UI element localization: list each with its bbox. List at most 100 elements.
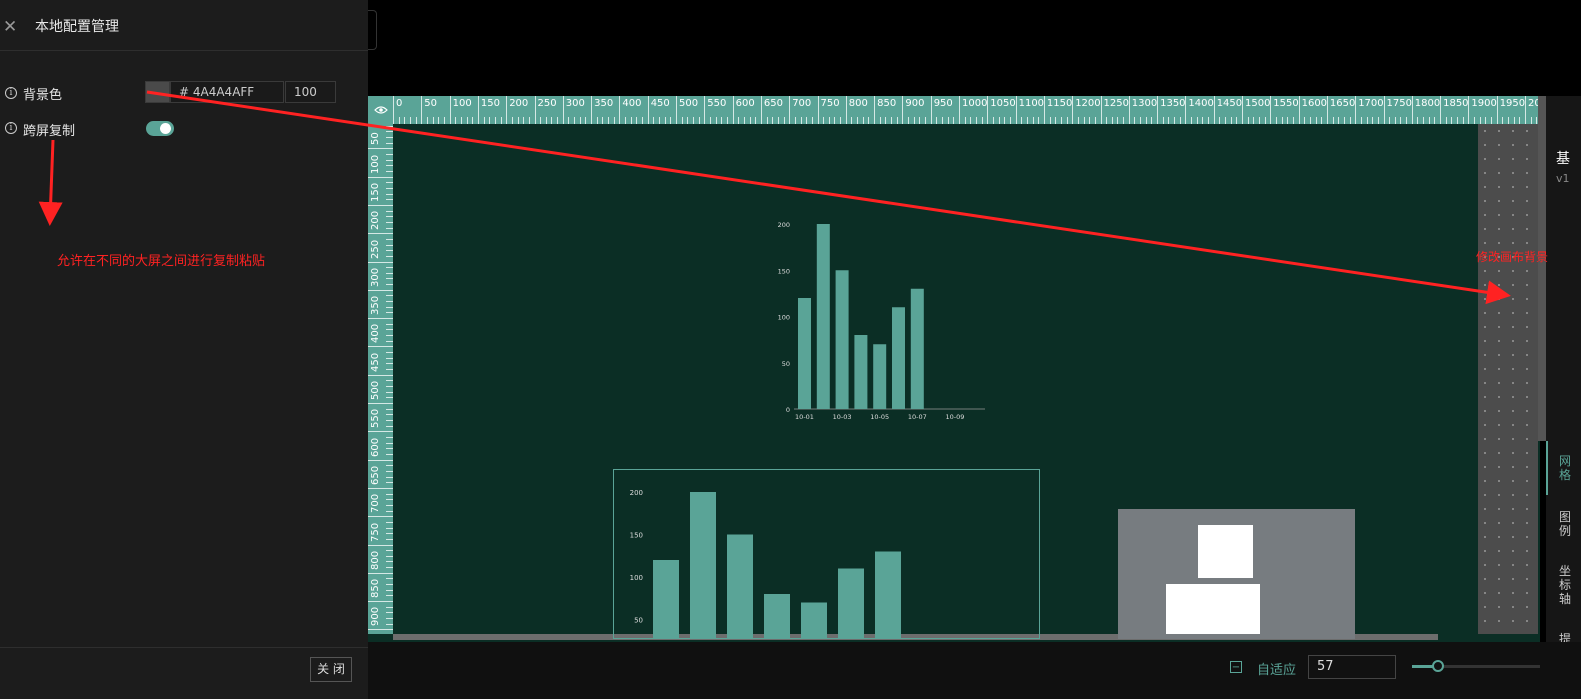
ruler-minor-tick: [386, 340, 393, 342]
close-icon[interactable]: ✕: [3, 17, 17, 37]
ruler-tick-label: 450: [650, 98, 670, 109]
ruler-tick-label: 200: [370, 211, 381, 231]
ruler-minor-tick: [386, 397, 393, 399]
bar: [873, 344, 887, 409]
ruler-tick: [477, 96, 479, 124]
ruler-minor-tick: [386, 453, 393, 455]
ruler-tick-label: 300: [565, 98, 585, 109]
ruler-minor-tick: [1060, 117, 1062, 124]
ruler-minor-tick: [500, 117, 502, 124]
ruler-minor-tick: [1202, 117, 1204, 124]
vertical-scrollbar[interactable]: [1538, 96, 1546, 441]
ruler-minor-tick: [386, 142, 393, 144]
bar: [816, 224, 830, 409]
ruler-minor-tick: [942, 117, 944, 124]
drawer-close-button[interactable]: 关 闭: [310, 657, 352, 682]
ruler-minor-tick: [386, 131, 393, 133]
y-tick-label: 200: [778, 221, 790, 229]
ruler-tick-label: 550: [707, 98, 727, 109]
ruler-minor-tick: [409, 117, 411, 124]
ruler-minor-tick: [517, 117, 519, 124]
ruler-minor-tick: [925, 117, 927, 124]
ruler-minor-tick: [755, 117, 757, 124]
tab-axis[interactable]: 坐标轴: [1559, 564, 1573, 606]
ruler-minor-tick: [783, 117, 785, 124]
ruler-minor-tick: [1032, 117, 1034, 124]
tab-legend[interactable]: 图例: [1559, 510, 1573, 538]
zoom-input[interactable]: 57: [1308, 655, 1396, 679]
ruler-tick-label: 1500: [1245, 98, 1271, 109]
ruler-minor-tick: [1394, 117, 1396, 124]
ruler-tick: [845, 96, 847, 124]
ruler-minor-tick: [862, 117, 864, 124]
image-placeholder-top: [1198, 525, 1253, 578]
ruler-minor-tick: [1004, 117, 1006, 124]
ruler-minor-tick: [386, 504, 393, 506]
bar: [875, 551, 901, 639]
ruler-minor-tick: [386, 199, 393, 201]
ruler-minor-tick: [630, 117, 632, 124]
ruler-minor-tick: [653, 117, 655, 124]
ruler-tick-label: 150: [480, 98, 500, 109]
ruler-minor-tick: [489, 117, 491, 124]
background-color-swatch[interactable]: [145, 81, 170, 103]
ruler-tick-label: 1900: [1471, 98, 1497, 109]
ruler-minor-tick: [1275, 117, 1277, 124]
annotation-cross-screen-copy: 允许在不同的大屏之间进行复制粘贴: [57, 254, 266, 269]
local-config-drawer: [0, 0, 368, 699]
ruler-minor-tick: [386, 323, 393, 325]
ruler-minor-tick: [386, 493, 393, 495]
ruler-tick: [449, 96, 451, 124]
ruler-tick-label: 1950: [1499, 98, 1526, 109]
ruler-minor-tick: [1281, 117, 1283, 124]
ruler-minor-tick: [386, 170, 393, 172]
fit-screen-label[interactable]: 自适应: [1257, 659, 1296, 678]
ruler-tick-label: 300: [370, 267, 381, 287]
ruler-tick-label: 900: [905, 98, 925, 109]
x-tick-label: 10-03: [833, 413, 852, 421]
fit-screen-icon[interactable]: −: [1230, 661, 1242, 673]
ruler-minor-tick: [1479, 117, 1481, 124]
ruler-minor-tick: [772, 117, 774, 124]
bar: [653, 560, 679, 639]
ruler-tick-label: 650: [763, 98, 783, 109]
x-tick-label: 10-05: [870, 413, 889, 421]
ruler-tick-label: 650: [370, 465, 381, 485]
ruler-minor-tick: [1066, 117, 1068, 124]
background-color-hex-input[interactable]: # 4A4A4AFF: [170, 81, 284, 103]
ruler-tick: [1411, 96, 1413, 124]
ruler-minor-tick: [992, 117, 994, 124]
ruler-minor-tick: [386, 216, 393, 218]
ruler-tick-label: 850: [370, 579, 381, 599]
ruler-minor-tick: [1168, 117, 1170, 124]
tab-grid[interactable]: 网格: [1559, 454, 1573, 482]
ruler-minor-tick: [386, 267, 393, 269]
ruler-minor-tick: [891, 117, 893, 124]
zoom-slider-handle[interactable]: [1431, 660, 1444, 672]
ruler-tick: [1015, 96, 1017, 124]
ruler-visibility-toggle[interactable]: [368, 96, 393, 124]
ruler-minor-tick: [386, 584, 393, 586]
ruler-minor-tick: [1162, 117, 1164, 124]
ruler-tick-label: 100: [370, 154, 381, 174]
ruler-minor-tick: [455, 117, 457, 124]
ruler-minor-tick: [438, 117, 440, 124]
ruler-minor-tick: [386, 159, 393, 161]
ruler-tick: [506, 96, 508, 124]
ruler-tick: [1496, 96, 1498, 124]
ruler-tick-label: 1750: [1386, 98, 1412, 109]
ruler-minor-tick: [823, 117, 825, 124]
ruler-minor-tick: [806, 117, 808, 124]
ruler-tick-label: 1050: [990, 98, 1016, 109]
background-opacity-input[interactable]: 100: [285, 81, 336, 103]
ruler-minor-tick: [386, 465, 393, 467]
ruler-tick-label: 1450: [1216, 98, 1243, 109]
bar-chart-1[interactable]: 0 50 100 150 200 10-01 10-03 10-05 10-07 10-09: [770, 210, 1000, 430]
ruler-minor-tick: [386, 238, 393, 240]
bottom-toolbar: [368, 642, 1581, 699]
ruler-tick-label: 600: [370, 437, 381, 457]
eye-icon: [373, 106, 388, 114]
ruler-minor-tick: [1366, 117, 1368, 124]
ruler-tick: [817, 96, 819, 124]
ruler-minor-tick: [386, 335, 393, 337]
